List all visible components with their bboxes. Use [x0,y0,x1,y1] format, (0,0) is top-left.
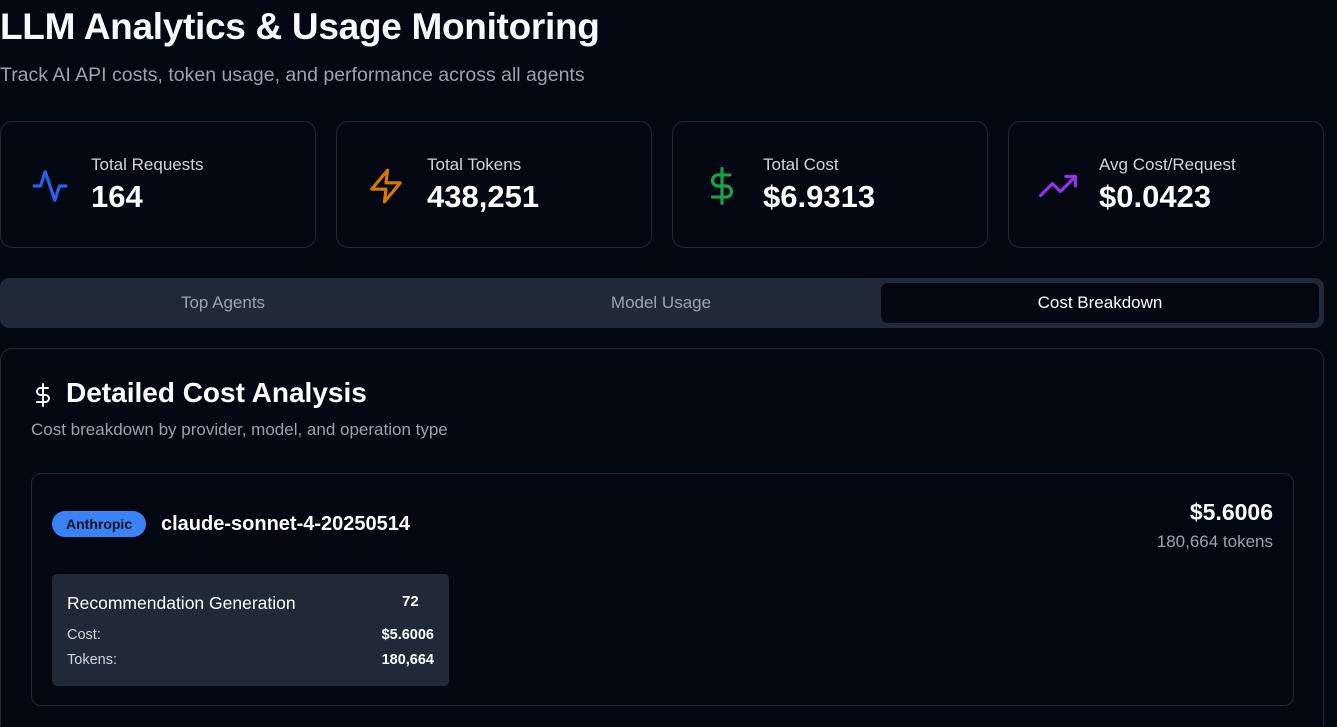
operation-cost-value: $5.6006 [381,627,434,643]
page-title: LLM Analytics & Usage Monitoring [0,6,600,47]
dollar-icon [710,167,733,205]
tab-list: Top Agents Model Usage Cost Breakdown [0,278,1324,328]
operation-card: Recommendation Generation 72 Cost: $5.60… [52,574,449,686]
cost-analysis-panel: Detailed Cost Analysis Cost breakdown by… [0,348,1324,727]
dollar-icon [36,383,50,407]
stat-value: 438,251 [427,179,540,214]
model-cost-card: Anthropic claude-sonnet-4-20250514 $5.60… [31,473,1294,706]
panel-title: Detailed Cost Analysis [66,377,367,408]
activity-icon [32,170,68,202]
stat-value: 164 [91,179,143,214]
stat-label: Avg Cost/Request [1099,155,1236,174]
panel-subtitle: Cost breakdown by provider, model, and o… [31,420,448,439]
operation-name: Recommendation Generation [67,593,296,613]
page-subtitle: Track AI API costs, token usage, and per… [0,64,585,86]
model-name: claude-sonnet-4-20250514 [161,513,411,535]
tab-cost-breakdown[interactable]: Cost Breakdown [881,283,1319,323]
stat-label: Total Cost [763,155,839,174]
model-cost: $5.6006 [1189,499,1273,525]
trending-up-icon [1039,174,1077,198]
operation-tokens-label: Tokens: [67,652,117,668]
stat-value: $0.0423 [1099,179,1212,214]
stat-card-total-requests: Total Requests 164 [0,121,316,248]
analytics-page: LLM Analytics & Usage Monitoring Track A… [0,0,1337,727]
operation-count: 72 [402,593,419,610]
operation-tokens-value: 180,664 [381,652,434,668]
operation-cost-label: Cost: [67,627,101,643]
stat-card-total-tokens: Total Tokens 438,251 [336,121,652,248]
model-tokens: 180,664 tokens [1156,532,1273,551]
stat-card-avg-cost: Avg Cost/Request $0.0423 [1008,121,1324,248]
provider-badge: Anthropic [52,511,147,537]
zap-icon [370,168,402,204]
stat-card-total-cost: Total Cost $6.9313 [672,121,988,248]
stat-label: Total Tokens [427,155,522,174]
tab-model-usage[interactable]: Model Usage [442,283,880,323]
tab-top-agents[interactable]: Top Agents [4,283,442,323]
stat-label: Total Requests [91,155,204,174]
stat-value: $6.9313 [763,179,876,214]
